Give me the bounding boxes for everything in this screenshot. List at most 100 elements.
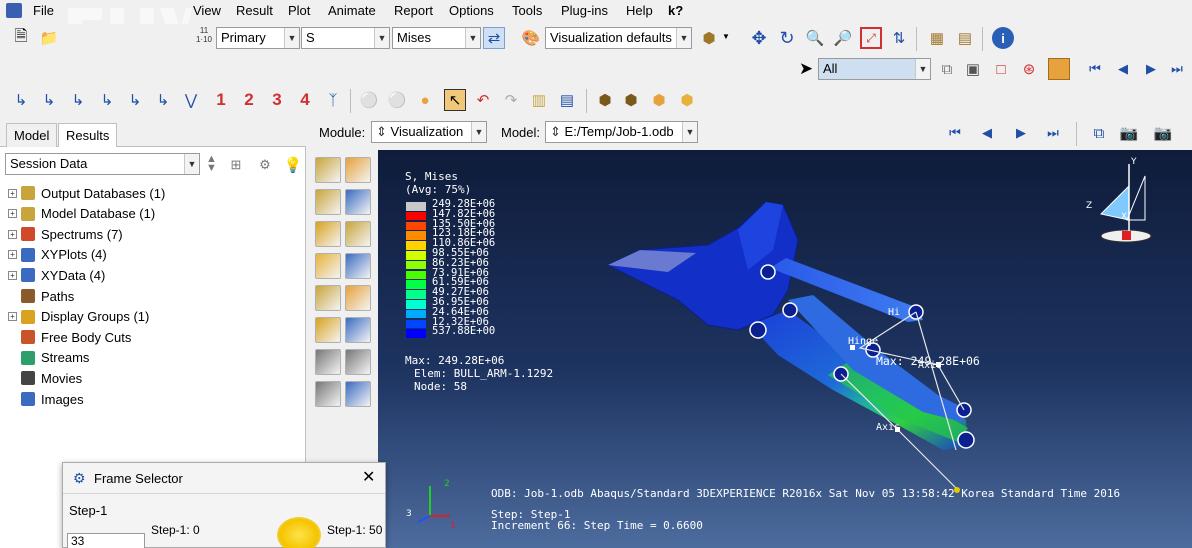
info-icon[interactable]: i xyxy=(992,27,1014,49)
close-icon[interactable]: ✕ xyxy=(362,467,375,487)
window-icon[interactable]: ▤ xyxy=(556,89,578,111)
app-icon[interactable] xyxy=(6,3,22,18)
menu-result[interactable]: Result xyxy=(236,3,273,18)
toolbox-tool-icon[interactable] xyxy=(315,157,341,183)
lightbulb-icon[interactable]: 💡 xyxy=(282,154,304,176)
select-object-icon[interactable]: ▣ xyxy=(962,58,984,80)
step-frame-icon[interactable]: 11 1·10 xyxy=(192,26,216,52)
expand-icon[interactable]: + xyxy=(8,229,17,239)
tree-item[interactable]: + XYData (4) xyxy=(8,265,105,285)
prev-frame-icon[interactable]: ◀ xyxy=(976,122,998,144)
menu-plugins[interactable]: Plug-ins xyxy=(561,3,608,18)
tree-item[interactable]: + Output Databases (1) xyxy=(8,183,165,203)
box-icon[interactable] xyxy=(1048,58,1070,80)
tree-item[interactable]: + Spectrums (7) xyxy=(8,224,123,244)
redo-icon[interactable]: ↷ xyxy=(500,89,522,111)
whats-this-button[interactable]: k? xyxy=(668,3,683,18)
filter-icon[interactable]: ⊞ xyxy=(225,154,247,176)
tab-results[interactable]: Results xyxy=(58,123,118,147)
variable-select[interactable]: S ▼ xyxy=(301,27,390,49)
toolbox-tool-icon[interactable] xyxy=(345,381,371,407)
next-frame-icon[interactable]: ▶ xyxy=(1010,122,1032,144)
invariant-select[interactable]: Mises ▼ xyxy=(392,27,481,49)
tree-options-icon[interactable]: ⚙ xyxy=(254,154,276,176)
expand-icon[interactable]: + xyxy=(8,209,17,219)
view-xy-icon[interactable]: ↳ xyxy=(10,89,32,111)
view-yx-icon[interactable]: ↳ xyxy=(38,89,60,111)
toolbox-tool-icon[interactable] xyxy=(315,285,341,311)
menu-file[interactable]: File xyxy=(33,3,54,18)
open-file-icon[interactable]: 📁 xyxy=(38,27,60,49)
tree-item[interactable]: Streams xyxy=(8,348,89,368)
box-zoom-icon[interactable]: 🔎 xyxy=(832,27,854,49)
overlay-icon[interactable]: ⚪ xyxy=(358,89,380,111)
expand-icon[interactable]: + xyxy=(8,250,17,260)
view-yz-icon[interactable]: ↳ xyxy=(124,89,146,111)
last-frame-icon[interactable]: ⏭ xyxy=(1042,122,1064,144)
updown-icon[interactable]: ▲ ▼ xyxy=(206,154,217,174)
last-frame-icon[interactable]: ⏭ xyxy=(1166,58,1188,80)
prev-frame-icon[interactable]: ◀ xyxy=(1112,58,1134,80)
viz-defaults-select[interactable]: Visualization defaults ▼ xyxy=(545,27,692,49)
shaded-icon[interactable]: ⬢ xyxy=(676,89,698,111)
session-data-select[interactable]: Session Data ▼ xyxy=(5,153,200,175)
ladder-icon[interactable]: ▦ xyxy=(926,27,948,49)
shapes-icon[interactable]: ▥ xyxy=(528,89,550,111)
filled-icon[interactable]: ⬢ xyxy=(648,89,670,111)
tree-item[interactable]: + Model Database (1) xyxy=(8,204,155,224)
model-select[interactable]: ⇕ E:/Temp/Job-1.odb ▼ xyxy=(545,121,698,143)
expand-icon[interactable]: + xyxy=(8,188,17,198)
viewport[interactable]: S, Mises (Avg: 75%) 249.28E+06 147.82E+06… xyxy=(378,150,1192,548)
toolbox-tool-icon[interactable] xyxy=(315,381,341,407)
menu-report[interactable]: Report xyxy=(394,3,433,18)
undo-icon[interactable]: ↶ xyxy=(472,89,494,111)
box-select-icon[interactable]: □ xyxy=(990,58,1012,80)
toolbox-tool-icon[interactable] xyxy=(315,253,341,279)
layers-icon[interactable]: ⧉ xyxy=(1088,122,1110,144)
table-icon[interactable]: ▤ xyxy=(954,27,976,49)
expand-icon[interactable]: + xyxy=(8,312,17,322)
menu-tools[interactable]: Tools xyxy=(512,3,542,18)
view-xz-icon[interactable]: ↳ xyxy=(96,89,118,111)
selection-filter-select[interactable]: All ▼ xyxy=(818,58,931,80)
chevron-down-icon[interactable]: ▼ xyxy=(722,32,730,41)
frame-slider[interactable] xyxy=(151,517,375,548)
menu-plot[interactable]: Plot xyxy=(288,3,310,18)
primary-select[interactable]: Primary ▼ xyxy=(216,27,300,49)
tab-model[interactable]: Model xyxy=(6,123,58,147)
expand-icon[interactable]: + xyxy=(8,270,17,280)
toolbox-tool-icon[interactable] xyxy=(345,317,371,343)
cursor-icon[interactable]: ➤ xyxy=(795,58,817,80)
zoom-icon[interactable]: 🔍 xyxy=(804,27,826,49)
new-file-icon[interactable]: 🗎 xyxy=(10,27,32,49)
copy-icon[interactable]: ⧉ xyxy=(936,58,958,80)
frame-slider-handle[interactable] xyxy=(276,517,321,548)
toolbox-tool-icon[interactable] xyxy=(345,221,371,247)
toolbox-tool-icon[interactable] xyxy=(345,285,371,311)
sphere-icon[interactable]: ● xyxy=(414,89,436,111)
wireframe-icon[interactable]: ⬢ xyxy=(594,89,616,111)
user-view-2-button[interactable]: 2 xyxy=(238,89,260,111)
toolbox-tool-icon[interactable] xyxy=(345,253,371,279)
menu-options[interactable]: Options xyxy=(449,3,494,18)
camera-2-icon[interactable]: 📷 xyxy=(1152,122,1174,144)
view-zy-icon[interactable]: ↳ xyxy=(152,89,174,111)
toolbox-tool-icon[interactable] xyxy=(315,317,341,343)
query-icon[interactable]: ↖ xyxy=(444,89,466,111)
frame-input[interactable]: 33 xyxy=(67,533,145,548)
user-view-4-button[interactable]: 4 xyxy=(294,89,316,111)
palette-icon[interactable]: 🎨 xyxy=(520,27,542,49)
first-frame-icon[interactable]: ⏮ xyxy=(1084,58,1106,80)
menu-help[interactable]: Help xyxy=(626,3,653,18)
render-style-icon[interactable]: ⬢ xyxy=(698,27,720,49)
auto-fit-icon[interactable]: ⤢ xyxy=(860,27,882,49)
toolbox-tool-icon[interactable] xyxy=(345,157,371,183)
user-view-3-button[interactable]: 3 xyxy=(266,89,288,111)
toolbox-tool-icon[interactable] xyxy=(345,349,371,375)
view-zx-icon[interactable]: ↳ xyxy=(67,89,89,111)
user-view-1-button[interactable]: 1 xyxy=(210,89,232,111)
tree-item[interactable]: + XYPlots (4) xyxy=(8,245,107,265)
axis-triad-icon[interactable]: ᛉ xyxy=(322,89,344,111)
toolbox-tool-icon[interactable] xyxy=(315,221,341,247)
tree-item[interactable]: Paths xyxy=(8,286,74,306)
